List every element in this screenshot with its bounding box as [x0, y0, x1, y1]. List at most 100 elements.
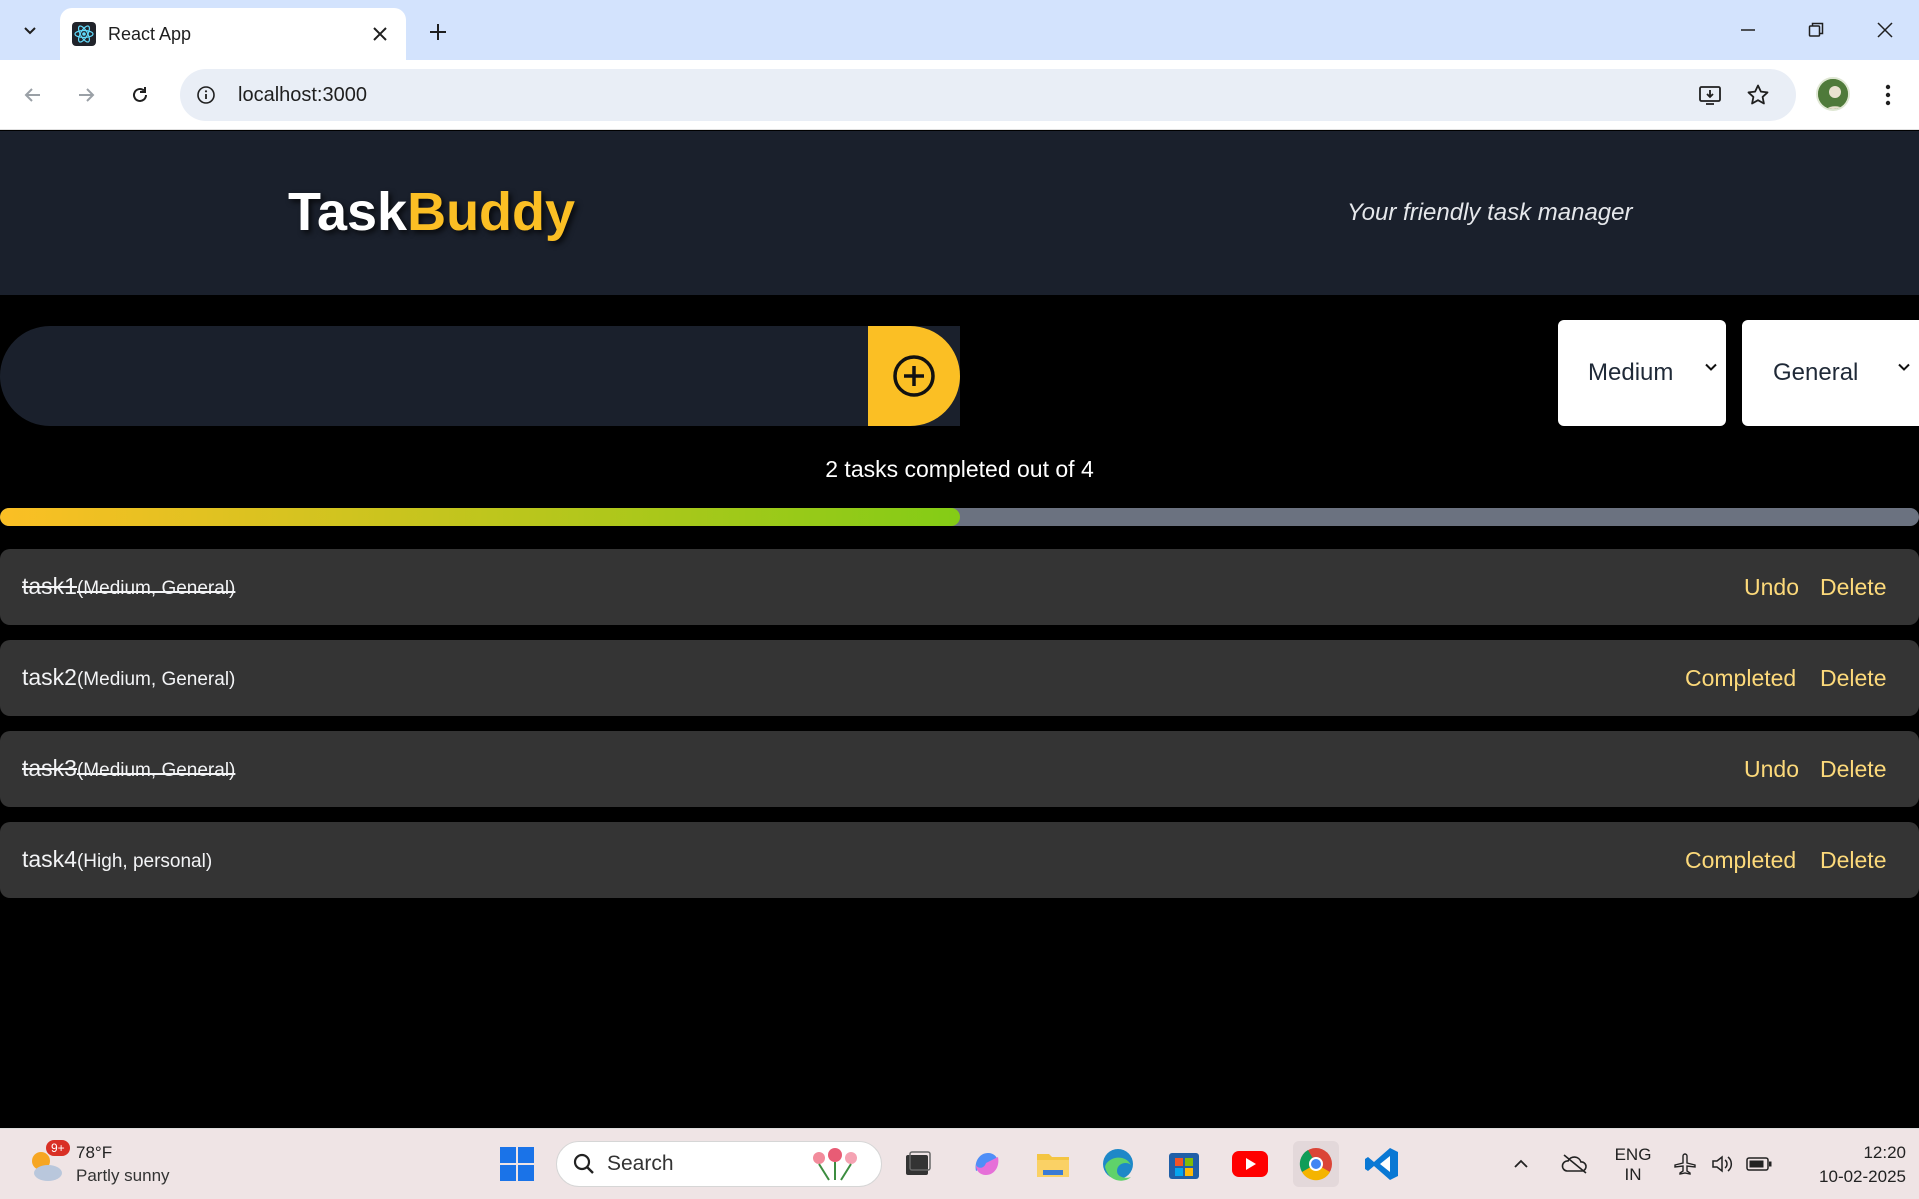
- lang-line2: IN: [1624, 1165, 1642, 1184]
- browser-tab[interactable]: React App: [60, 8, 406, 60]
- task-meta: (Medium, General): [76, 760, 236, 781]
- lang-line1: ENG: [1614, 1145, 1652, 1164]
- app-logo: TaskBuddy: [288, 181, 575, 243]
- complete-button[interactable]: Completed: [1685, 847, 1796, 874]
- input-language[interactable]: ENG IN: [1610, 1145, 1656, 1185]
- clock[interactable]: 12:20 10-02-2025: [1786, 1141, 1906, 1189]
- youtube-icon: [1232, 1151, 1268, 1177]
- reload-button[interactable]: [122, 77, 158, 113]
- profile-avatar[interactable]: [1816, 77, 1850, 111]
- ms-store-button[interactable]: [1161, 1141, 1207, 1187]
- search-icon: [573, 1153, 594, 1174]
- clock-time: 12:20: [1863, 1143, 1906, 1162]
- restore-icon: [1808, 22, 1824, 37]
- copilot-icon: [975, 1153, 999, 1175]
- task-name: task4: [22, 846, 77, 872]
- task-item: task2(Medium, General) Completed Delete: [0, 640, 1919, 716]
- vscode-button[interactable]: [1359, 1141, 1405, 1187]
- restore-button[interactable]: [1782, 0, 1850, 60]
- delete-button[interactable]: Delete: [1820, 665, 1886, 692]
- chevron-down-icon: [1705, 363, 1717, 371]
- app-header: TaskBuddy Your friendly task manager: [0, 131, 1919, 295]
- priority-select[interactable]: Medium: [1558, 320, 1726, 426]
- task-view-icon: [906, 1151, 931, 1175]
- install-app-icon[interactable]: [1692, 77, 1728, 113]
- react-logo-icon: [72, 22, 96, 46]
- forward-button[interactable]: [68, 77, 104, 113]
- chrome-icon: [1299, 1148, 1332, 1181]
- undo-button[interactable]: Undo: [1744, 574, 1799, 601]
- task-label: task4(High, personal): [22, 846, 212, 873]
- chevron-down-icon: [1898, 363, 1910, 371]
- delete-button[interactable]: Delete: [1820, 574, 1886, 601]
- undo-button[interactable]: Undo: [1744, 756, 1799, 783]
- url-text: localhost:3000: [238, 83, 367, 106]
- close-window-button[interactable]: [1851, 0, 1919, 60]
- complete-button[interactable]: Completed: [1685, 665, 1796, 692]
- task-name: task2: [22, 664, 77, 690]
- new-tab-button[interactable]: [420, 14, 456, 50]
- browser-toolbar: localhost:3000: [0, 60, 1919, 130]
- delete-button[interactable]: Delete: [1820, 847, 1886, 874]
- vscode-icon: [1365, 1148, 1398, 1180]
- browser-tab-strip: React App: [0, 0, 1919, 60]
- bookmark-star-icon[interactable]: [1740, 77, 1776, 113]
- task-name: task1: [22, 573, 77, 599]
- site-info-icon[interactable]: [184, 73, 228, 117]
- youtube-button[interactable]: [1227, 1141, 1273, 1187]
- chevron-down-icon: [24, 27, 36, 35]
- weather-desc: Partly sunny: [76, 1166, 170, 1185]
- task-input[interactable]: [0, 326, 868, 426]
- arrow-left-icon: [24, 88, 40, 102]
- browser-menu-button[interactable]: [1870, 77, 1906, 113]
- arrow-right-icon: [79, 88, 95, 102]
- file-explorer-button[interactable]: [1030, 1141, 1076, 1187]
- chevron-up-icon: [1514, 1159, 1528, 1168]
- show-hidden-icons-button[interactable]: [1503, 1141, 1539, 1187]
- back-button[interactable]: [15, 77, 51, 113]
- task-item: task4(High, personal) Completed Delete: [0, 822, 1919, 898]
- task-label: task1(Medium, General): [22, 573, 235, 600]
- category-select[interactable]: General: [1742, 320, 1919, 426]
- weather-temp: 78°F: [76, 1143, 113, 1162]
- progress-bar-fill: [0, 508, 960, 526]
- task-item: task3(Medium, General) Undo Delete: [0, 731, 1919, 807]
- tab-title: React App: [108, 23, 192, 44]
- airplane-mode-icon[interactable]: [1668, 1141, 1702, 1187]
- cloud-off-icon: [1561, 1154, 1587, 1174]
- copilot-button[interactable]: [964, 1141, 1010, 1187]
- task-meta: (Medium, General): [76, 578, 236, 599]
- reload-icon: [133, 87, 147, 102]
- logo-task: Task: [288, 182, 408, 242]
- battery-icon[interactable]: [1742, 1141, 1776, 1187]
- category-select-value: General: [1773, 359, 1859, 386]
- task-view-button[interactable]: [895, 1141, 941, 1187]
- profile-icon: [1818, 79, 1848, 109]
- task-meta: (High, personal): [76, 851, 213, 872]
- windows-logo-icon: [500, 1147, 534, 1181]
- task-label: task3(Medium, General): [22, 755, 235, 782]
- address-bar[interactable]: localhost:3000: [180, 69, 1796, 121]
- volume-icon[interactable]: [1705, 1141, 1739, 1187]
- task-label: task2(Medium, General): [22, 664, 235, 691]
- priority-select-value: Medium: [1588, 359, 1674, 386]
- logo-buddy: Buddy: [407, 182, 576, 242]
- minimize-button[interactable]: [1714, 0, 1782, 60]
- app-tagline: Your friendly task manager: [1347, 199, 1633, 226]
- store-icon: [1169, 1153, 1199, 1179]
- edge-button[interactable]: [1095, 1141, 1141, 1187]
- progress-bar: [0, 508, 1919, 526]
- taskbar-search[interactable]: Search: [556, 1141, 882, 1187]
- search-placeholder: Search: [607, 1152, 674, 1175]
- add-task-button[interactable]: [868, 326, 960, 426]
- more-vert-icon: [1885, 84, 1891, 106]
- delete-button[interactable]: Delete: [1820, 756, 1886, 783]
- chrome-button[interactable]: [1293, 1141, 1339, 1187]
- start-button[interactable]: [494, 1141, 540, 1187]
- onedrive-button[interactable]: [1555, 1141, 1595, 1187]
- tab-search-button[interactable]: [10, 12, 50, 48]
- app-viewport: TaskBuddy Your friendly task manager Med…: [0, 131, 1919, 1128]
- close-tab-icon[interactable]: [366, 20, 394, 48]
- windows-taskbar: 9+ 78°F Partly sunny Search ENG IN 12:20…: [0, 1128, 1919, 1199]
- plus-circle-icon: [893, 355, 935, 397]
